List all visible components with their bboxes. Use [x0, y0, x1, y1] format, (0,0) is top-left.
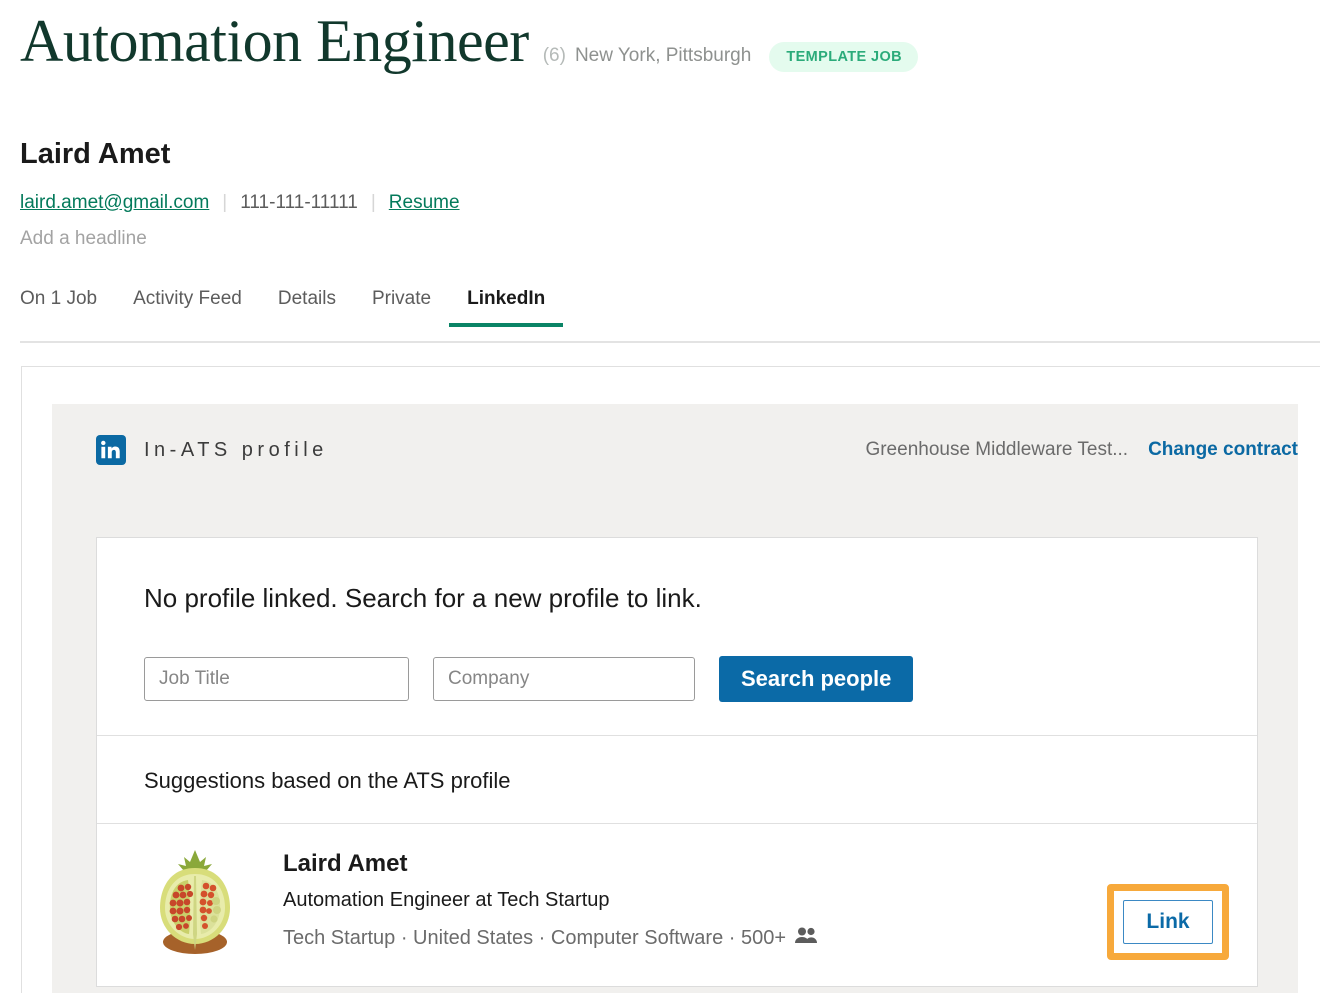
candidate-phone: 111-111-11111: [240, 192, 358, 213]
change-contract-link[interactable]: Change contract: [1148, 439, 1298, 461]
linkedin-icon: [96, 435, 126, 465]
status-badge: TEMPLATE JOB: [769, 42, 919, 72]
profile-search-controls: Search people: [144, 656, 914, 702]
page-root: Automation Engineer (6) New York, Pittsb…: [0, 0, 1320, 993]
candidate-contact-row: laird.amet@gmail.com | 111-111-11111 | R…: [20, 192, 460, 214]
tab-linkedin[interactable]: LinkedIn: [449, 288, 564, 327]
job-locations: New York, Pittsburgh: [574, 45, 752, 66]
resume-link[interactable]: Resume: [389, 192, 460, 214]
suggestion-details: Laird Amet Automation Engineer at Tech S…: [283, 850, 818, 950]
list-item[interactable]: Laird Amet Automation Engineer at Tech S…: [97, 824, 1257, 987]
suggestion-name: Laird Amet: [283, 850, 408, 877]
suggestion-headline: Automation Engineer at Tech Startup: [283, 889, 610, 911]
suggestion-meta-text: Tech Startup · United States · Computer …: [283, 926, 787, 949]
job-title-input[interactable]: [144, 657, 409, 701]
link-button[interactable]: Link: [1123, 900, 1213, 944]
suggestion-meta: Tech Startup · United States · Computer …: [283, 926, 818, 950]
job-count: (6): [542, 45, 566, 66]
no-profile-linked-heading: No profile linked. Search for a new prof…: [144, 583, 702, 613]
section-divider: [97, 735, 1257, 736]
suggestions-heading: Suggestions based on the ATS profile: [144, 768, 511, 793]
candidate-name: Laird Amet: [20, 138, 171, 170]
contact-divider: |: [222, 192, 228, 213]
contract-name: Greenhouse Middleware Test...: [865, 439, 1129, 460]
company-input[interactable]: [433, 657, 695, 701]
contact-divider: |: [370, 192, 376, 213]
tabs-divider: [20, 341, 1320, 343]
in-ats-profile-title: In-ATS profile: [144, 438, 328, 461]
search-people-button[interactable]: Search people: [719, 656, 914, 702]
candidate-tabs: On 1 Job Activity Feed Details Private L…: [20, 288, 564, 327]
profile-search-card: No profile linked. Search for a new prof…: [96, 537, 1258, 987]
add-headline-field[interactable]: Add a headline: [20, 228, 147, 250]
people-icon: [794, 926, 818, 950]
pomegranate-avatar: [154, 846, 236, 956]
tab-activity-feed[interactable]: Activity Feed: [115, 288, 260, 327]
tab-on-1-job[interactable]: On 1 Job: [20, 288, 115, 327]
page-title: Automation Engineer: [20, 8, 529, 74]
job-header: Automation Engineer (6) New York, Pittsb…: [20, 8, 919, 74]
tab-private[interactable]: Private: [354, 288, 449, 327]
panel-header-actions: Greenhouse Middleware Test... Change con…: [865, 439, 1298, 461]
candidate-email-link[interactable]: laird.amet@gmail.com: [20, 192, 209, 214]
tab-details[interactable]: Details: [260, 288, 354, 327]
in-ats-profile-header: In-ATS profile Greenhouse Middleware Tes…: [96, 432, 1298, 468]
